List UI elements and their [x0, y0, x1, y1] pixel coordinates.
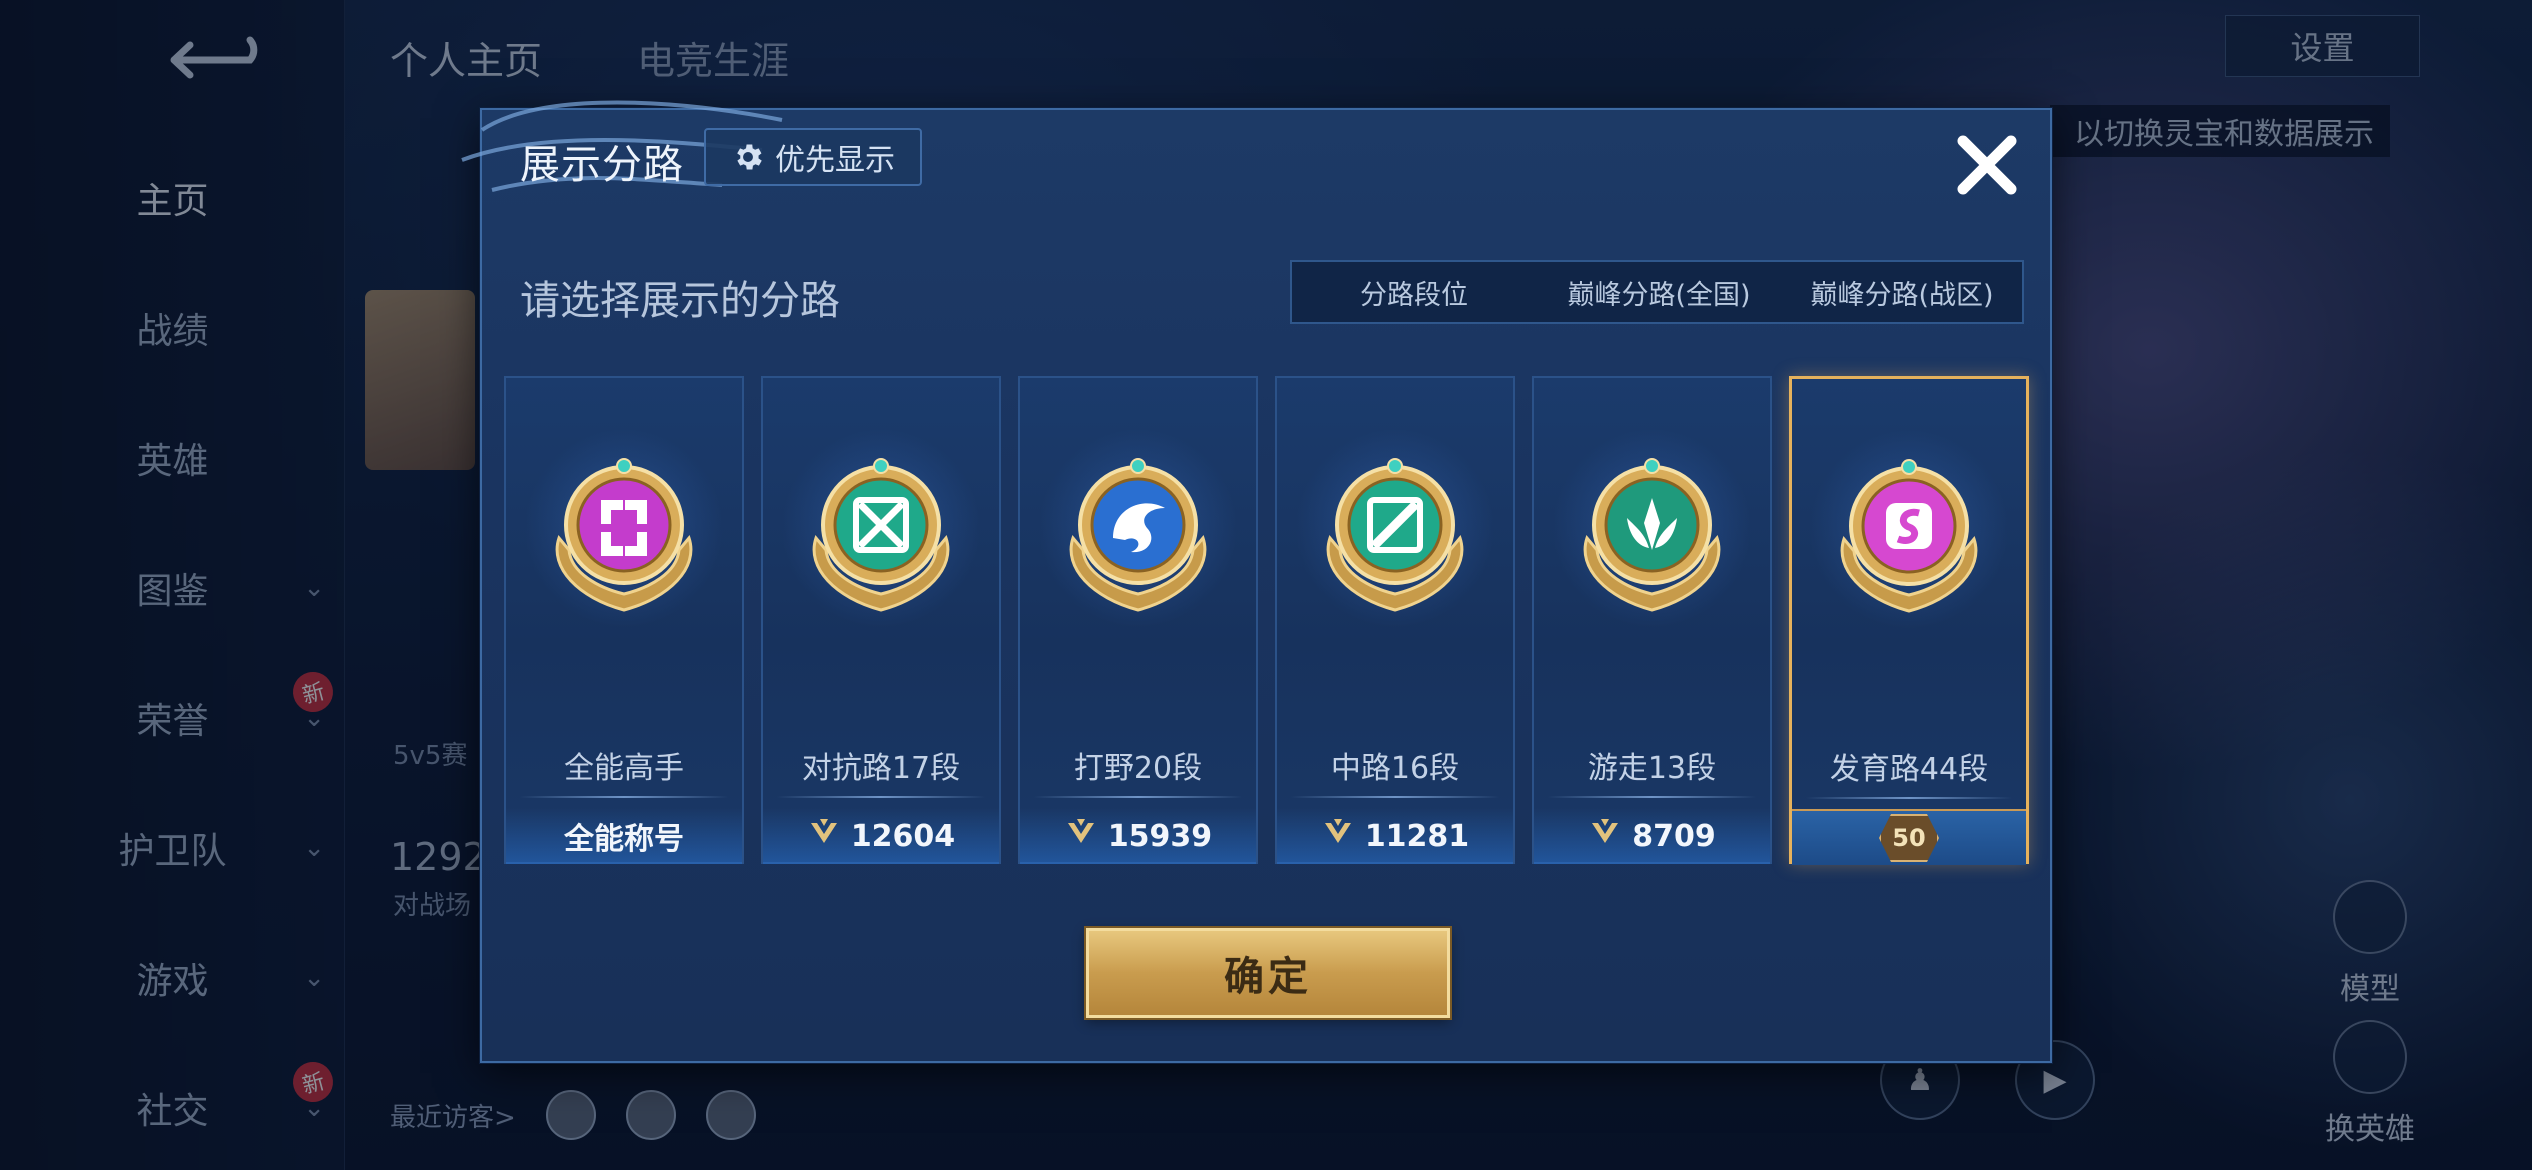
- jungle-emblem-icon: [1053, 438, 1223, 618]
- lane-mode-tabs: 分路段位 巅峰分路(全国) 巅峰分路(战区): [1290, 260, 2024, 324]
- lane-card[interactable]: 发育路44段 50: [1789, 376, 2029, 865]
- lane-score: 11281: [1277, 808, 1513, 864]
- gear-icon: [737, 144, 762, 170]
- confirm-label: 确定: [1224, 954, 1312, 1000]
- tab-peak-lane-national[interactable]: 巅峰分路(全国): [1536, 262, 1782, 322]
- lane-display-dialog: 展示分路 优先显示 请选择展示的分路 分路段位 巅峰分路(全国) 巅峰分路(战区…: [461, 100, 2052, 1063]
- score-icon: [1321, 817, 1355, 855]
- card-divider: [520, 796, 728, 798]
- lane-rank-label: 打野20段: [1073, 751, 1203, 786]
- confirm-button[interactable]: 确定: [1086, 928, 1450, 1018]
- priority-display-label: 优先显示: [775, 143, 895, 178]
- score-value: 8709: [1632, 818, 1716, 854]
- lane-card[interactable]: 对抗路17段 12604: [761, 376, 1001, 864]
- score-icon: [1588, 817, 1622, 855]
- lane-rank-label: 中路16段: [1330, 751, 1460, 786]
- dialog-title: 展示分路: [520, 142, 684, 188]
- score-value: 全能称号: [564, 822, 684, 857]
- score-value: 11281: [1364, 818, 1470, 854]
- lane-card[interactable]: 游走13段 8709: [1532, 376, 1772, 864]
- lane-card[interactable]: 打野20段 15939: [1018, 376, 1258, 864]
- lane-rank-label: 游走13段: [1587, 751, 1717, 786]
- card-divider: [1548, 796, 1756, 798]
- lane-card[interactable]: 中路16段 11281: [1275, 376, 1515, 864]
- lane-score: 50: [1792, 809, 2026, 865]
- clash-lane-emblem-icon: [796, 438, 966, 618]
- close-icon: [1957, 135, 2017, 195]
- lane-score: 全能称号: [506, 808, 742, 864]
- score-value: 12604: [850, 818, 956, 854]
- allround-emblem-icon: [539, 438, 709, 618]
- lane-score: 8709: [1534, 808, 1770, 864]
- level-value: 50: [1879, 814, 1939, 862]
- score-icon: [1064, 817, 1098, 855]
- score-icon: [807, 817, 841, 855]
- card-divider: [1034, 796, 1242, 798]
- score-value: 15939: [1107, 818, 1213, 854]
- lane-score: 15939: [1020, 808, 1256, 864]
- mid-lane-emblem-icon: [1310, 438, 1480, 618]
- lane-rank-label: 发育路44段: [1829, 752, 1989, 787]
- lane-score: 12604: [763, 808, 999, 864]
- lane-card[interactable]: 全能高手 全能称号: [504, 376, 744, 864]
- lane-rank-label: 对抗路17段: [801, 751, 961, 786]
- tab-peak-lane-region[interactable]: 巅峰分路(战区): [1782, 262, 2022, 322]
- card-divider: [777, 796, 985, 798]
- select-lane-prompt: 请选择展示的分路: [520, 278, 840, 324]
- farm-lane-emblem-icon: [1824, 439, 1994, 619]
- roam-emblem-icon: [1567, 438, 1737, 618]
- close-button[interactable]: [1947, 125, 2027, 205]
- tab-lane-rank[interactable]: 分路段位: [1292, 262, 1536, 322]
- card-divider: [1806, 797, 2012, 799]
- lane-rank-label: 全能高手: [564, 751, 684, 786]
- priority-display-button[interactable]: 优先显示: [704, 128, 922, 186]
- card-divider: [1291, 796, 1499, 798]
